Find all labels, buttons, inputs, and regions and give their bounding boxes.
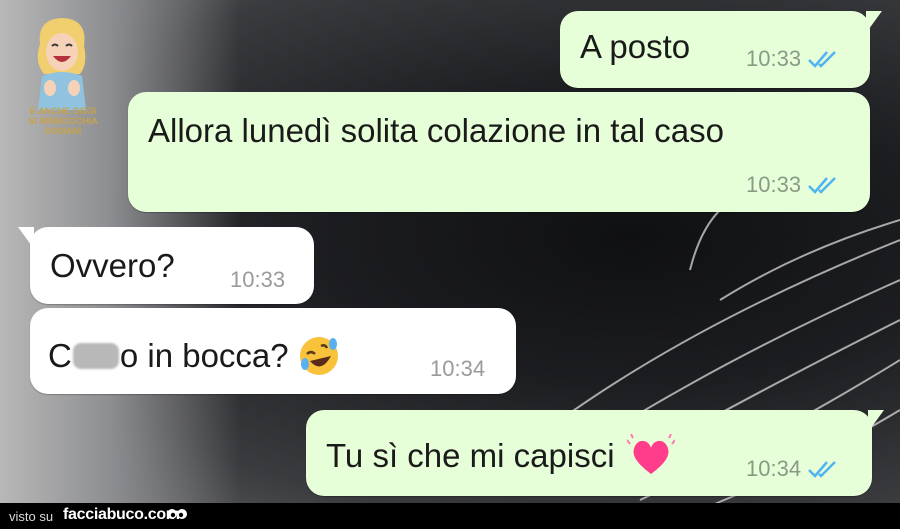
message-time: 10:33 (230, 267, 286, 292)
message-text-content: Tu sì che mi capisci (326, 437, 615, 474)
message-bubble-outgoing[interactable]: Allora lunedì solita colazione in tal ca… (128, 92, 870, 212)
message-text: Tu sì che mi capisci (326, 434, 675, 478)
double-check-read-icon (808, 51, 836, 68)
eyes-logo-icon (167, 509, 187, 519)
message-bubble-incoming[interactable]: Co in bocca? 10:34 (30, 308, 516, 394)
message-time: 10:33 (746, 172, 802, 197)
laughing-woman-cartoon-icon (37, 18, 86, 110)
message-meta: 10:33 (746, 172, 841, 198)
bubble-tail (18, 227, 34, 249)
message-bubble-incoming[interactable]: Ovvero? 10:33 (18, 227, 314, 304)
watermark-caption-line2: SI RIMBOCCHIA DOMANI (28, 116, 98, 136)
footer-visto-label: visto su (9, 509, 54, 524)
message-meta: 10:33 (746, 46, 841, 72)
message-text: A posto (580, 28, 691, 65)
message-time: 10:33 (746, 46, 802, 71)
beating-heart-emoji-icon (626, 434, 675, 474)
double-check-read-icon (808, 177, 836, 194)
watermark-caption-line1: E ANCHE OGGI (29, 106, 97, 116)
message-meta: 10:34 (430, 356, 485, 382)
bubble-tail (866, 11, 882, 33)
message-text: Allora lunedì solita colazione in tal ca… (148, 112, 725, 149)
message-text: Co in bocca? (48, 334, 341, 378)
message-time: 10:34 (746, 456, 802, 481)
censored-word-blur (72, 343, 119, 369)
watermark-caption: E ANCHE OGGI SI RIMBOCCHIA DOMANI (16, 106, 110, 136)
message-text-end: o in bocca? (119, 337, 289, 374)
rolling-on-floor-laughing-emoji-icon (299, 337, 338, 375)
message-time: 10:34 (430, 356, 486, 381)
message-meta: 10:34 (746, 456, 841, 482)
site-footer-bar: visto su facciabuco.com (0, 503, 900, 529)
bubble-tail (868, 410, 884, 432)
message-bubble-outgoing[interactable]: A posto 10:33 (560, 11, 882, 88)
message-text: Ovvero? (50, 247, 175, 284)
footer-brand-link[interactable]: facciabuco.com (63, 506, 180, 524)
double-check-read-icon (808, 461, 836, 478)
message-meta: 10:33 (230, 267, 285, 293)
message-bubble-outgoing[interactable]: Tu sì che mi capisci 10:34 (306, 410, 884, 496)
message-text-start: C (48, 337, 72, 374)
